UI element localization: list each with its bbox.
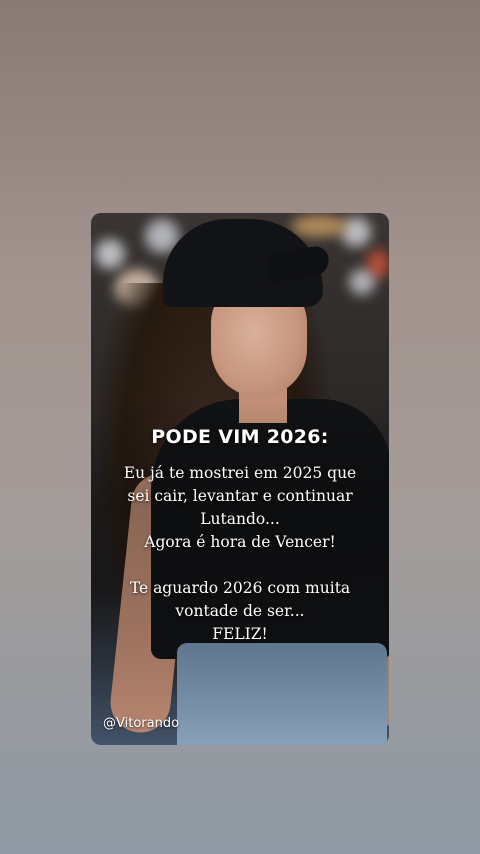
overlay-text: PODE VIM 2026: Eu já te mostrei em 2025 … [91,426,389,646]
post-heading: PODE VIM 2026: [151,426,329,448]
message-line: Agora é hora de Vencer! [144,533,336,551]
message-line: sei cair, levantar e continuar [127,487,353,505]
message-line: vontade de ser... [175,602,305,620]
message-line: Te aguardo 2026 com muita [129,579,351,597]
post-message: Eu já te mostrei em 2025 que sei cair, l… [91,462,389,646]
message-line: Lutando... [200,510,280,528]
author-watermark: @Vitorando [103,716,180,731]
post-image-card: PODE VIM 2026: Eu já te mostrei em 2025 … [91,213,389,745]
message-line: FELIZ! [212,625,268,643]
message-line: Eu já te mostrei em 2025 que [123,464,357,482]
